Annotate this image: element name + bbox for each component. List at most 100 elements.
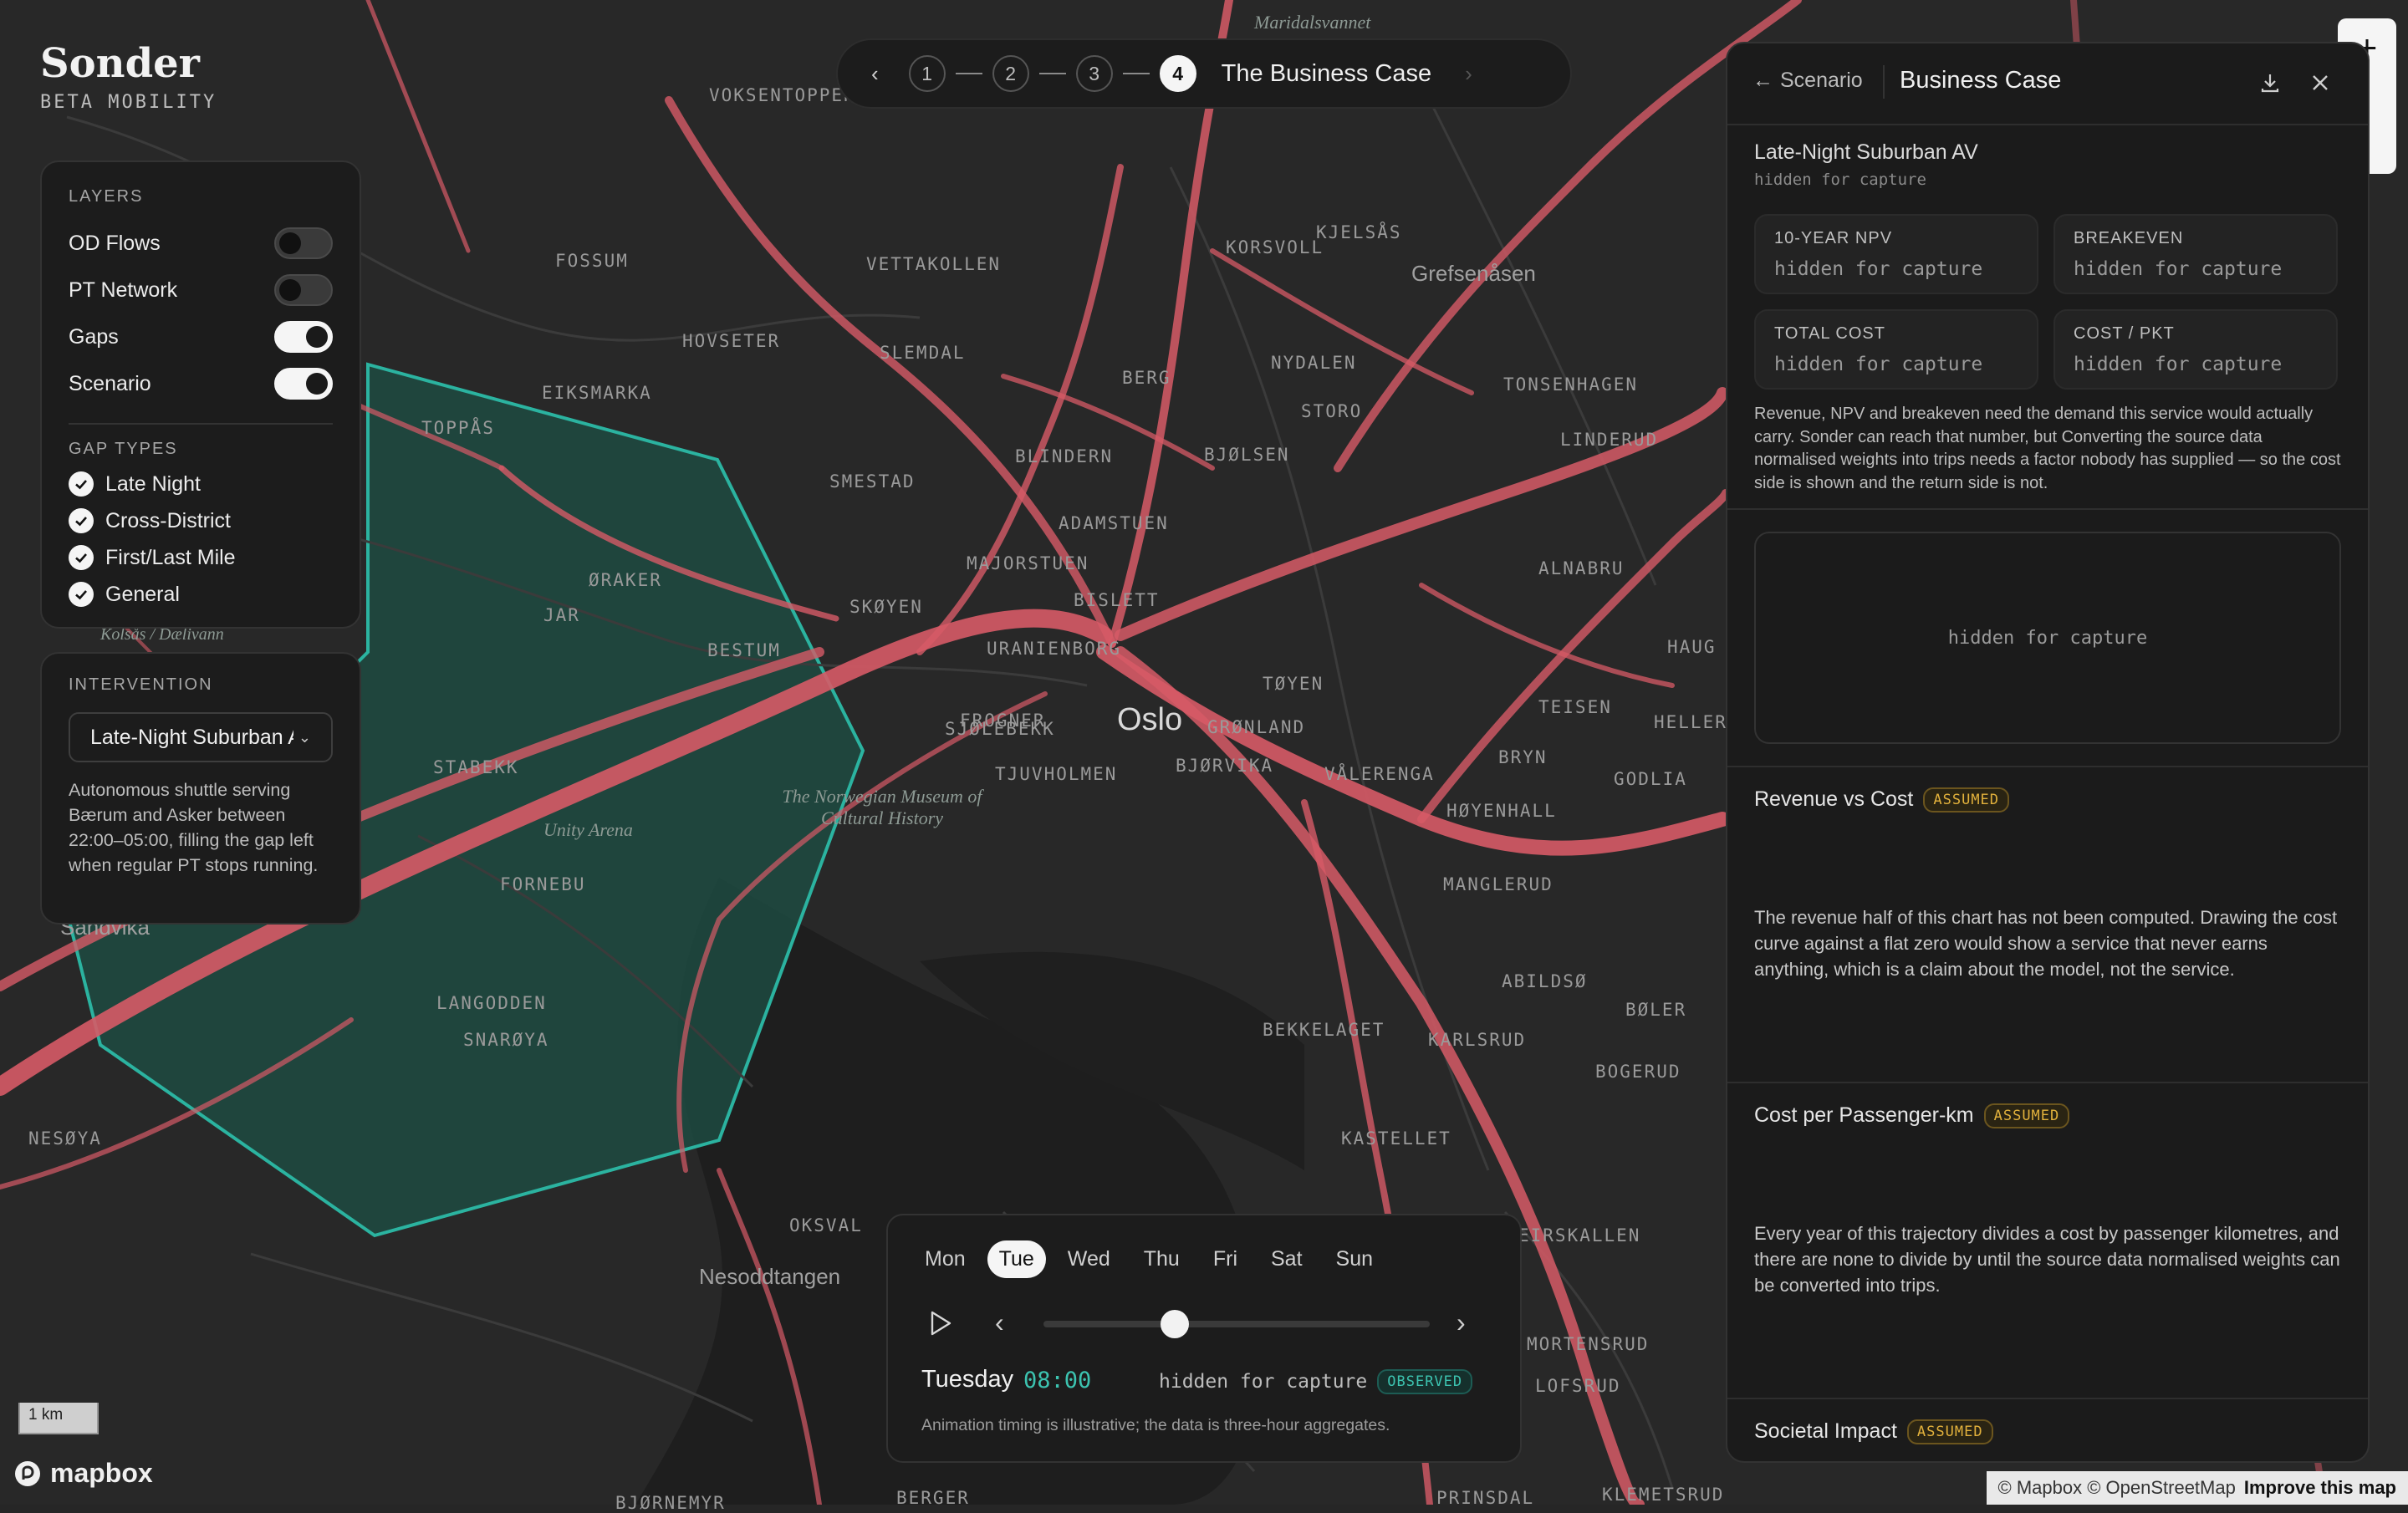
map-label: SJØLEBEKK [945,719,1055,739]
map-attribution: © Mapbox © OpenStreetMap Improve this ma… [1987,1471,2408,1505]
layer-row-scenario[interactable]: Scenario [69,368,333,400]
panel-title: Business Case [1900,67,2061,94]
divider [1727,508,2368,510]
scenario-toggle[interactable] [274,368,333,400]
mapbox-wordmark: mapbox [50,1458,153,1489]
day-tue[interactable]: Tue [987,1240,1046,1278]
intervention-panel: INTERVENTION Late-Night Suburban AV ⌄ Au… [40,652,361,925]
layer-row-gaps[interactable]: Gaps [69,321,333,353]
time-slider[interactable] [1043,1321,1430,1327]
intervention-select[interactable]: Late-Night Suburban AV ⌄ [69,712,333,762]
timeline-footnote: Animation timing is illustrative; the da… [921,1416,1390,1435]
improve-map-link[interactable]: Improve this map [2244,1477,2396,1499]
day-sun[interactable]: Sun [1324,1240,1385,1278]
gap-type-label: Cross-District [105,509,231,533]
gap-type-first-last-mile[interactable]: First/Last Mile [69,545,236,570]
current-time: 08:00 [1023,1368,1091,1393]
metric-value: hidden for capture [2074,258,2318,280]
back-to-scenario-button[interactable]: ← Scenario [1752,69,1863,93]
map-label: SKØYEN [849,597,923,617]
map-label: FOSSUM [555,251,629,271]
map-label: URANIENBORG [987,639,1121,659]
chevron-left-icon[interactable]: ‹ [871,61,879,87]
map-label: HAUG [1667,637,1717,657]
layer-row-pt-network[interactable]: PT Network [69,274,333,306]
close-icon[interactable] [2308,70,2333,99]
map-label: ADAMSTUEN [1059,513,1169,533]
card-cost-per-passenger-km: Cost per Passenger-kmASSUMED [1754,1103,2069,1128]
map-label: BJØLSEN [1204,445,1290,465]
step-2[interactable]: 2 [992,55,1029,92]
gap-type-general[interactable]: General [69,582,180,607]
gap-type-cross-district[interactable]: Cross-District [69,508,231,533]
map-label: SMESTAD [829,471,916,492]
map-label: VETTAKOLLEN [866,254,1001,274]
arrow-left-icon: ← [1752,69,1773,93]
divider [1727,766,2368,767]
card-text: The revenue half of this chart has not b… [1754,904,2341,982]
metric-value: hidden for capture [1774,258,2018,280]
map-label: NESØYA [28,1128,102,1149]
map-label: KARLSRUD [1428,1030,1526,1050]
layers-title: LAYERS [69,187,143,206]
map-label: EIKSMARKA [542,383,652,403]
layer-label: Scenario [69,372,151,396]
next-icon[interactable]: › [1457,1307,1466,1338]
map-label: SNARØYA [463,1030,549,1050]
metric-label: COST / PKT [2074,324,2318,344]
map-label: Unity Arena [543,819,633,841]
map-label: STORO [1301,401,1362,421]
metric-total-cost: TOTAL COST hidden for capture [1754,309,2038,390]
map-label: KLEMETSRUD [1602,1485,1724,1505]
map-label: BØLER [1625,1000,1686,1020]
brand-subtitle: BETA MOBILITY [40,92,217,113]
day-thu[interactable]: Thu [1132,1240,1191,1278]
gap-types-title: GAP TYPES [69,440,178,459]
play-icon[interactable] [928,1309,953,1342]
metric-cost-per-pkt: COST / PKT hidden for capture [2053,309,2338,390]
card-societal-impact: Societal ImpactASSUMED [1754,1419,1993,1444]
pt-network-toggle[interactable] [274,274,333,306]
od-flows-toggle[interactable] [274,227,333,259]
previous-icon[interactable]: ‹ [995,1307,1004,1338]
gap-type-late-night[interactable]: Late Night [69,471,201,497]
layer-label: PT Network [69,278,177,303]
map-label: VÅLERENGA [1324,764,1435,784]
gap-type-label: General [105,583,180,607]
chevron-right-icon[interactable]: › [1465,61,1472,87]
day-fri[interactable]: Fri [1201,1240,1249,1278]
card-title-text: Revenue vs Cost [1754,787,1913,811]
download-icon[interactable] [2258,70,2283,99]
map-label: MORTENSRUD [1527,1334,1649,1354]
map-label: BERGER [896,1488,970,1508]
gap-type-label: Late Night [105,472,201,497]
check-icon [69,582,94,607]
divider [1727,1082,2368,1083]
attribution-text[interactable]: © Mapbox © OpenStreetMap [1998,1477,2236,1499]
day-mon[interactable]: Mon [913,1240,977,1278]
mapbox-logo[interactable]: mapbox [13,1458,153,1489]
map-label: TONSENHAGEN [1503,374,1638,395]
map-label: LOFSRUD [1535,1376,1621,1396]
step-4[interactable]: 4 [1160,55,1196,92]
map-label: STABEKK [433,757,519,777]
step-3[interactable]: 3 [1076,55,1113,92]
gaps-toggle[interactable] [274,321,333,353]
slider-thumb[interactable] [1161,1310,1189,1338]
observed-badge: OBSERVED [1377,1369,1472,1394]
map-label: ØRAKER [589,570,662,590]
day-sat[interactable]: Sat [1259,1240,1314,1278]
map-label: SLEMDAL [880,343,966,363]
assumed-badge: ASSUMED [1984,1103,2070,1128]
map-label: VOKSENTOPPEN [709,85,856,105]
map-label: BOGERUD [1595,1062,1681,1082]
layer-row-od-flows[interactable]: OD Flows [69,227,333,259]
day-wed[interactable]: Wed [1056,1240,1122,1278]
step-connector [956,73,982,74]
step-1[interactable]: 1 [909,55,946,92]
scenario-subtitle: hidden for capture [1754,171,1926,189]
map-label: LINDERUD [1560,430,1658,450]
map-label: TEISEN [1538,697,1612,717]
card-text: Every year of this trajectory divides a … [1754,1220,2341,1298]
map-label-city: Oslo [1117,702,1182,738]
